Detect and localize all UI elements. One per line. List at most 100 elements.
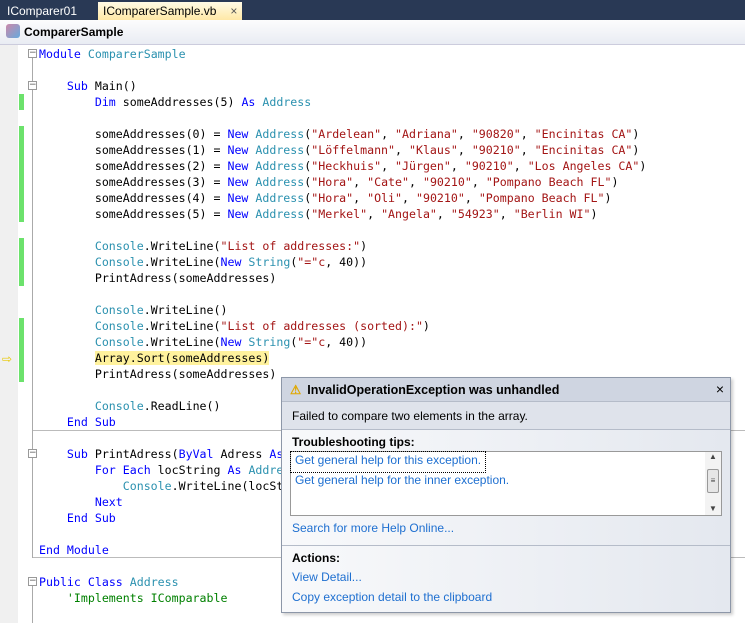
tips-scrollbar[interactable]: ▲ ≡ ▼ xyxy=(705,452,721,515)
tip-link[interactable]: Get general help for this exception. xyxy=(289,451,487,473)
code-token: "Klaus" xyxy=(408,143,458,157)
exception-assistant: ⚠ InvalidOperationException was unhandled… xyxy=(281,377,731,613)
scroll-up-icon[interactable]: ▲ xyxy=(705,452,721,461)
code-token: ) xyxy=(611,175,619,189)
code-line: End Sub xyxy=(39,510,116,526)
view-detail-link[interactable]: View Detail... xyxy=(282,567,730,587)
code-token: someAddresses(5) xyxy=(122,95,242,109)
code-token: Sub xyxy=(39,447,95,461)
current-statement: Array.Sort(someAddresses) xyxy=(94,351,270,365)
code-token: , 40)) xyxy=(325,255,368,269)
code-token: "Angela" xyxy=(381,207,437,221)
code-token: "Hora" xyxy=(311,175,354,189)
outline-line xyxy=(32,586,33,623)
exception-title: InvalidOperationException was unhandled xyxy=(307,383,560,397)
code-token: .WriteLine(locSt xyxy=(171,479,284,493)
change-bar xyxy=(19,238,24,286)
code-token: New xyxy=(227,191,256,205)
change-bar xyxy=(19,126,24,222)
code-line: someAddresses(5) = New Address("Merkel",… xyxy=(39,206,598,222)
code-token: , xyxy=(457,143,472,157)
code-token: End Sub xyxy=(39,511,116,525)
tips-list: Get general help for this exception. Get… xyxy=(289,451,722,516)
code-token: Public xyxy=(39,575,88,589)
code-token: locString xyxy=(157,463,228,477)
code-token: .WriteLine( xyxy=(143,239,221,253)
code-token: Console xyxy=(94,255,144,269)
code-token: , 40)) xyxy=(325,335,368,349)
code-line: Next xyxy=(39,494,123,510)
code-token: Address xyxy=(129,575,179,589)
copy-detail-link[interactable]: Copy exception detail to the clipboard xyxy=(282,587,730,609)
code-token: "List of addresses (sorted):" xyxy=(220,319,423,333)
code-token: Address xyxy=(255,127,305,141)
outline-line xyxy=(32,58,33,558)
code-line: For Each locString As Addre xyxy=(39,462,284,478)
code-token: Address xyxy=(255,207,305,221)
code-token: , xyxy=(409,175,423,189)
collapse-icon[interactable]: − xyxy=(28,449,37,458)
code-line: Sub PrintAdress(ByVal Adress As xyxy=(39,446,283,462)
code-line: someAddresses(1) = New Address("Löffelma… xyxy=(39,142,640,158)
code-token: , xyxy=(520,143,535,157)
code-token: As xyxy=(227,463,249,477)
collapse-icon[interactable]: − xyxy=(28,49,37,58)
code-token: New xyxy=(227,127,256,141)
code-token: ComparerSample xyxy=(87,47,186,61)
code-line: PrintAdress(someAddresses) xyxy=(39,366,277,382)
code-token: someAddresses(4) = xyxy=(39,191,228,205)
code-token: Console xyxy=(94,239,144,253)
code-token: Console xyxy=(94,399,144,413)
code-token: Module xyxy=(66,543,109,557)
tip-link[interactable]: Get general help for the inner exception… xyxy=(291,472,721,492)
code-token: Console xyxy=(94,319,144,333)
code-token: "90210" xyxy=(471,143,521,157)
current-statement-arrow-icon: ⇨ xyxy=(2,352,13,366)
code-token: Main() xyxy=(94,79,137,93)
code-token: "Heckhuis" xyxy=(311,159,382,173)
code-token: New xyxy=(227,175,256,189)
code-line: someAddresses(0) = New Address("Ardelean… xyxy=(39,126,640,142)
code-token: someAddresses(1) = xyxy=(39,143,228,157)
class-name: ComparerSample xyxy=(24,25,124,39)
code-token: , xyxy=(513,159,528,173)
collapse-icon[interactable]: − xyxy=(28,577,37,586)
tab-icomparer01[interactable]: IComparer01 xyxy=(2,2,82,20)
scroll-thumb[interactable]: ≡ xyxy=(707,469,719,493)
code-token: "Pompano Beach FL" xyxy=(485,175,612,189)
code-token: , xyxy=(353,175,368,189)
scroll-down-icon[interactable]: ▼ xyxy=(705,504,721,513)
code-token: New xyxy=(227,143,256,157)
code-token: .WriteLine() xyxy=(143,303,228,317)
collapse-icon[interactable]: − xyxy=(28,81,37,90)
code-token: ) xyxy=(632,143,640,157)
change-bar xyxy=(19,94,24,110)
code-token: ) xyxy=(360,239,368,253)
code-token: "Ardelean" xyxy=(311,127,382,141)
code-token: Address xyxy=(262,95,312,109)
code-line: Public Class Address xyxy=(39,574,179,590)
code-token: Address xyxy=(255,159,305,173)
code-token: Console xyxy=(122,479,172,493)
code-token: someAddresses(2) = xyxy=(39,159,228,173)
close-icon[interactable]: × xyxy=(716,381,724,397)
tab-icomparersample-vb[interactable]: IComparerSample.vb × xyxy=(98,2,243,20)
code-line: Console.WriteLine() xyxy=(39,302,228,318)
code-line: PrintAdress(someAddresses) xyxy=(39,270,277,286)
code-token: "Merkel" xyxy=(311,207,368,221)
code-token: someAddresses(5) = xyxy=(39,207,228,221)
code-token: , xyxy=(381,127,396,141)
code-token: "54923" xyxy=(450,207,500,221)
class-dropdown[interactable]: ComparerSample xyxy=(6,24,123,39)
search-help-link[interactable]: Search for more Help Online... xyxy=(282,516,730,540)
code-line: Console.WriteLine(New String("="c, 40)) xyxy=(39,334,367,350)
code-token: "Pompano Beach FL" xyxy=(478,191,605,205)
code-token: End Sub xyxy=(39,415,116,429)
code-line: Array.Sort(someAddresses) xyxy=(39,350,270,366)
code-token: ) xyxy=(590,207,598,221)
close-tab-icon[interactable]: × xyxy=(230,4,237,18)
code-token: Adress xyxy=(220,447,270,461)
